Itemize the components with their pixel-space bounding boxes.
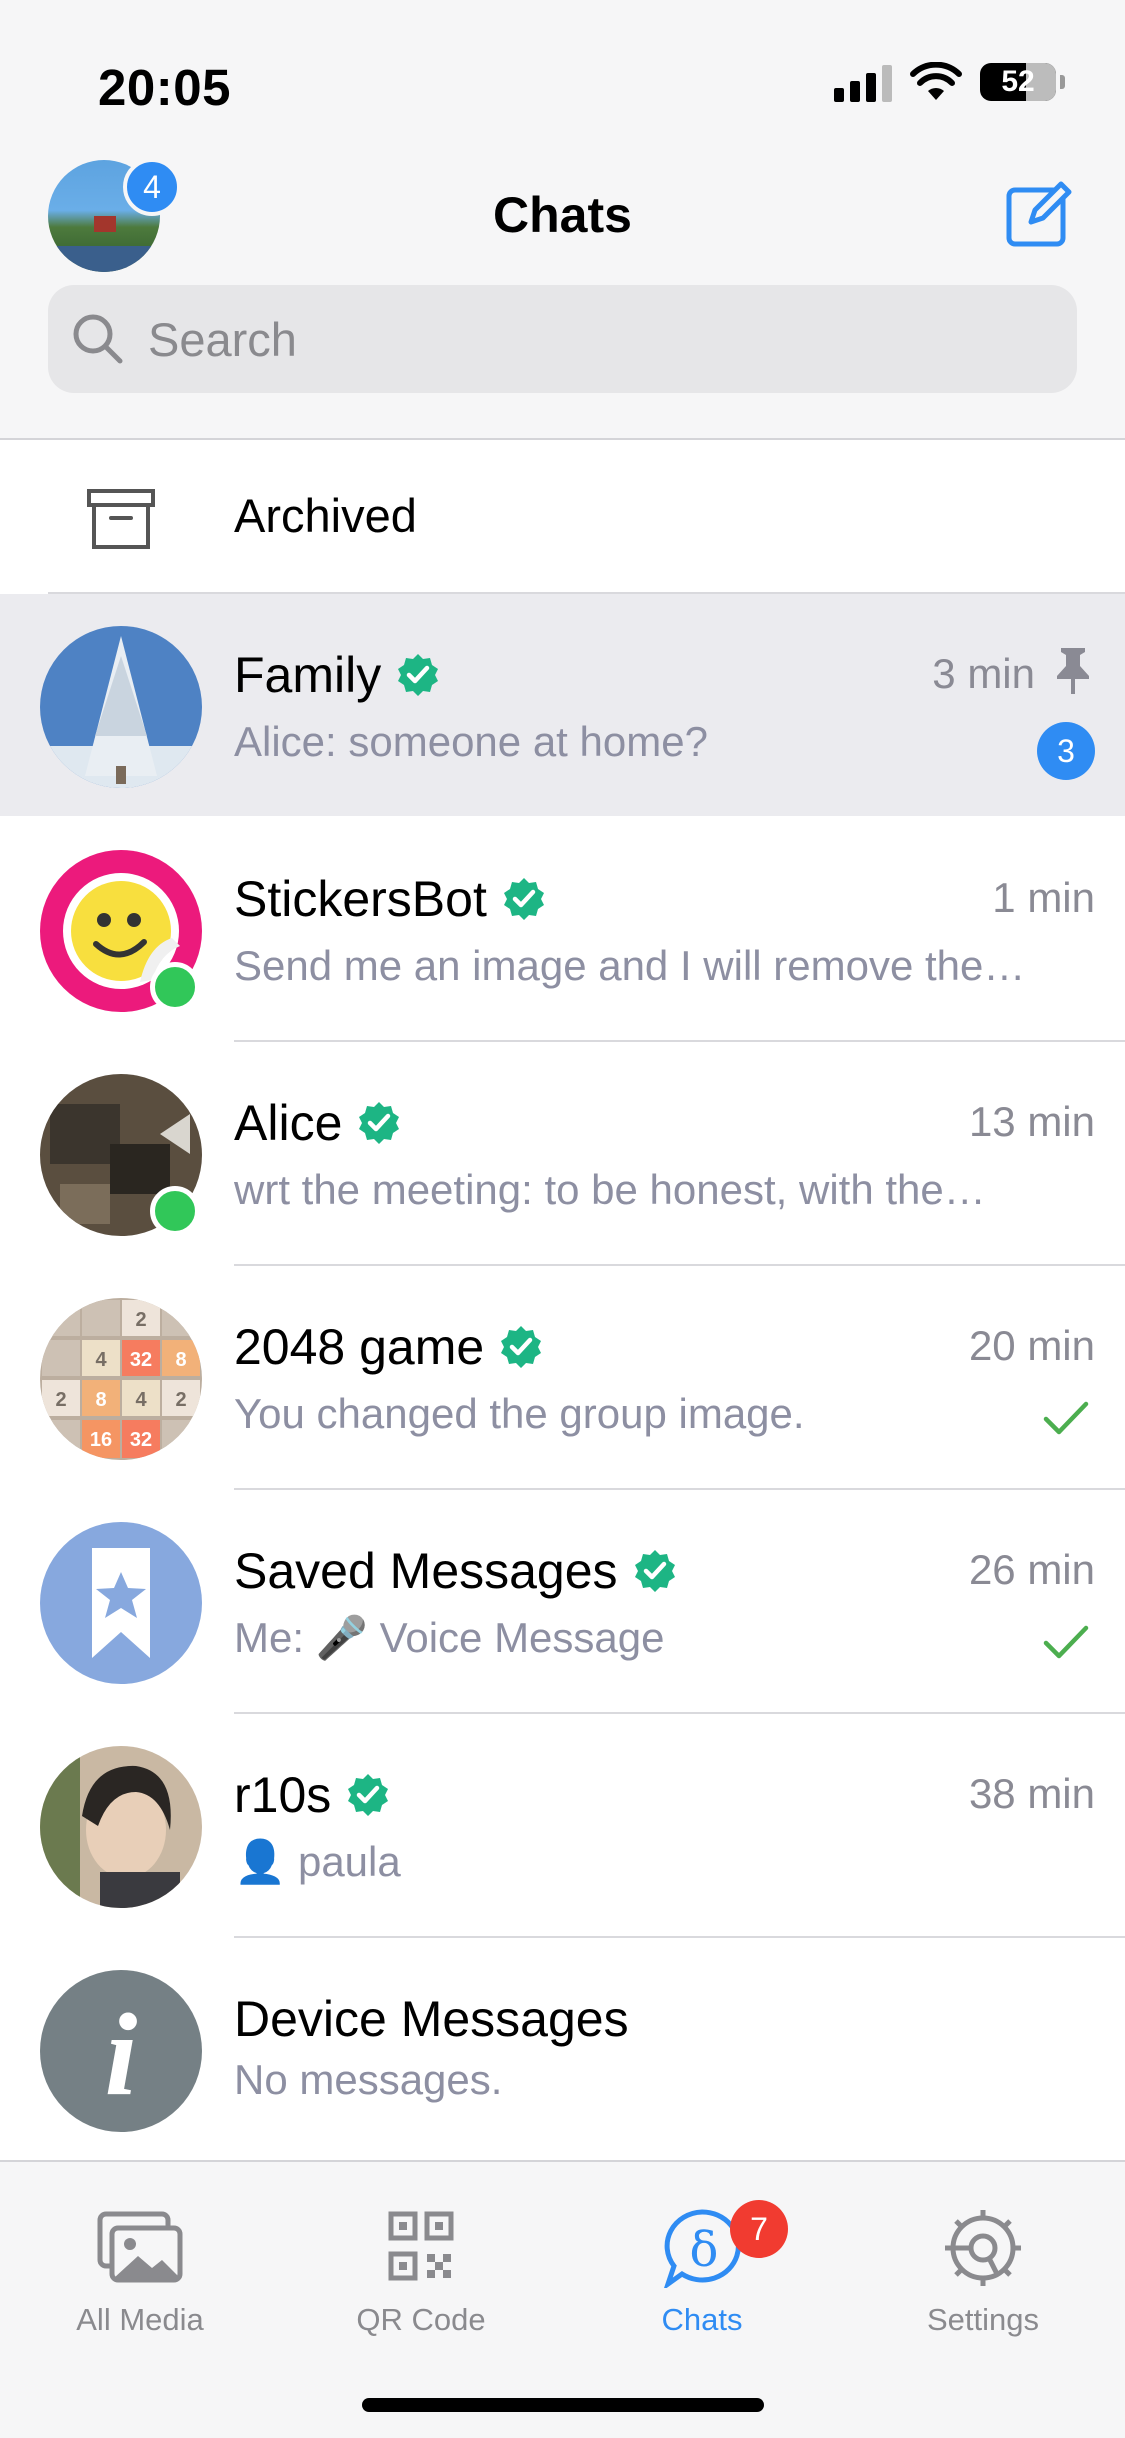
chat-time: 26 min — [968, 1546, 1095, 1593]
chat-name-row: r10s — [234, 1766, 391, 1824]
battery-level: 52 — [1001, 65, 1035, 98]
tile: 16 — [90, 1429, 112, 1451]
home-indicator — [362, 2398, 764, 2412]
archived-label: Archived — [234, 489, 417, 542]
delivered-check-icon — [1043, 1401, 1089, 1435]
tile: 4 — [135, 1389, 147, 1411]
tile: 32 — [130, 1349, 152, 1371]
chat-row-device-messages[interactable]: i Device Messages No messages. — [0, 1938, 1125, 2160]
tab-bar: All Media QR Code δ 7 Chats Settings — [0, 2160, 1125, 2438]
verified-icon — [634, 1550, 675, 1592]
page-title: Chats — [493, 187, 632, 243]
chat-row-r10s[interactable]: r10s 38 min 👤 paula — [0, 1714, 1125, 1936]
verified-icon — [501, 1326, 542, 1368]
chat-preview: Voice Message — [379, 1614, 665, 1661]
chat-time: 3 min — [932, 650, 1035, 697]
tile: 2 — [175, 1389, 186, 1411]
chat-avatar — [40, 626, 202, 788]
tab-label: Settings — [926, 2302, 1039, 2337]
verified-icon — [398, 654, 439, 696]
chat-row-alice[interactable]: Alice 13 min wrt the meeting: to be hone… — [0, 1042, 1125, 1264]
chat-name-row: Alice — [234, 1094, 402, 1152]
tile: 8 — [95, 1389, 106, 1411]
chat-time: 1 min — [992, 874, 1095, 921]
chat-preview: Send me an image and I will remove the… — [234, 942, 1026, 989]
header: 20:05 52 4 Chats — [0, 0, 1125, 440]
chat-preview: paula — [297, 1838, 401, 1885]
chat-preview-row: Me: 🎤 Voice Message — [234, 1614, 994, 1663]
tab-chats[interactable]: δ 7 Chats — [602, 2200, 802, 2338]
pin-icon — [1057, 648, 1089, 694]
chat-preview: You changed the group image. — [234, 1390, 805, 1437]
tab-label: Chats — [661, 2302, 743, 2337]
chat-name: r10s — [234, 1767, 332, 1823]
chat-name-row: Saved Messages — [234, 1542, 678, 1600]
chat-avatar: i — [40, 1970, 202, 2132]
tab-settings[interactable]: Settings — [883, 2208, 1083, 2338]
person-icon: 👤 — [234, 1838, 287, 1885]
chat-avatar — [40, 1746, 202, 1908]
microphone-icon: 🎤 — [315, 1614, 368, 1661]
verified-icon — [359, 1102, 400, 1144]
chat-name: 2048 game — [234, 1319, 485, 1375]
chat-name-row: Family — [234, 646, 441, 704]
status-time: 20:05 — [98, 59, 231, 116]
chat-name: StickersBot — [234, 871, 487, 927]
tab-label: All Media — [76, 2302, 204, 2337]
tile: 32 — [130, 1429, 152, 1451]
chat-row-2048-game[interactable]: 2 4 32 8 2 8 4 2 16 32 2048 game 20 min … — [0, 1266, 1125, 1488]
archived-row[interactable]: Archived — [0, 440, 1125, 592]
delivered-check-icon — [1043, 1625, 1089, 1659]
gallery-icon — [97, 2211, 183, 2283]
chat-avatar: 2 4 32 8 2 8 4 2 16 32 — [40, 1298, 202, 1460]
tab-label: QR Code — [356, 2302, 486, 2337]
tile: 2 — [135, 1309, 146, 1331]
svg-text:δ: δ — [690, 2222, 719, 2278]
chat-row-stickersbot[interactable]: StickersBot 1 min Send me an image and I… — [0, 818, 1125, 1040]
online-indicator — [150, 1186, 200, 1236]
chat-preview: No messages. — [234, 2056, 503, 2103]
wifi-icon — [910, 62, 962, 100]
chat-preview: Alice: someone at home? — [234, 718, 708, 765]
tab-all-media[interactable]: All Media — [40, 2208, 240, 2338]
search-bar[interactable] — [48, 285, 1077, 393]
tile: 4 — [95, 1349, 107, 1371]
chat-row-family[interactable]: Family 3 min Alice: someone at home? 3 — [0, 594, 1125, 816]
battery-cap — [1060, 75, 1065, 89]
chat-row-saved-messages[interactable]: Saved Messages 26 min Me: 🎤 Voice Messag… — [0, 1490, 1125, 1712]
qr-code-icon — [388, 2211, 454, 2281]
chat-name: Family — [234, 647, 382, 703]
verified-icon — [348, 1774, 389, 1816]
info-letter: i — [105, 1989, 138, 2120]
chat-name: Device Messages — [234, 1991, 629, 2047]
chat-time: 20 min — [968, 1322, 1095, 1369]
status-icons: 52 — [834, 62, 1065, 102]
chat-preview: wrt the meeting: to be honest, with the… — [234, 1166, 986, 1213]
chat-preview-row: 👤 paula — [234, 1838, 1054, 1887]
compose-icon[interactable] — [1005, 180, 1073, 248]
chat-name: Saved Messages — [234, 1543, 618, 1599]
unread-badge: 3 — [1037, 722, 1095, 780]
tile: 2 — [55, 1389, 66, 1411]
chat-name: Alice — [234, 1095, 343, 1151]
chat-name-row: StickersBot — [234, 870, 547, 928]
chat-name-row: 2048 game — [234, 1318, 544, 1376]
chat-avatar — [40, 1522, 202, 1684]
tile: 8 — [175, 1349, 186, 1371]
battery-icon: 52 — [980, 63, 1056, 101]
chat-time: 38 min — [968, 1770, 1095, 1817]
search-input[interactable] — [146, 310, 1050, 368]
search-icon — [73, 314, 123, 364]
tab-unread-badge: 7 — [730, 2200, 788, 2258]
online-indicator — [150, 962, 200, 1012]
preview-sender: Me: — [234, 1614, 305, 1661]
tab-qr-code[interactable]: QR Code — [321, 2208, 521, 2338]
verified-icon — [503, 878, 544, 920]
gear-icon — [945, 2210, 1021, 2286]
archive-box-icon — [87, 489, 155, 549]
chat-time: 13 min — [968, 1098, 1095, 1145]
cellular-signal-icon — [834, 62, 892, 102]
chat-name-row: Device Messages — [234, 1990, 629, 2048]
